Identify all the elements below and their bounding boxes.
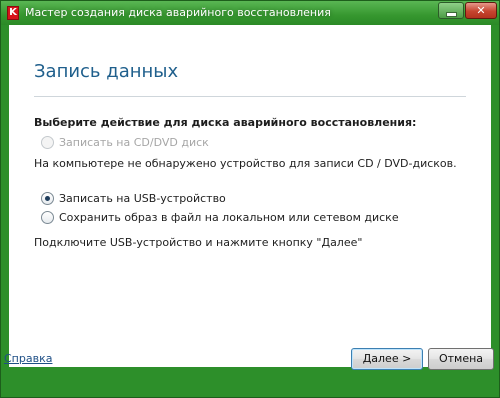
minimize-icon [445, 12, 457, 17]
cancel-button[interactable]: Отмена [428, 348, 494, 370]
kaspersky-app-icon: K [7, 6, 19, 20]
usb-label[interactable]: Записать на USB-устройство [59, 192, 226, 205]
save-image-radio[interactable] [41, 211, 54, 224]
wizard-window: K Мастер создания диска аварийного восст… [0, 0, 500, 398]
cd-dvd-label: Записать на CD/DVD диск [59, 136, 209, 149]
save-image-label[interactable]: Сохранить образ в файл на локальном или … [59, 211, 399, 224]
usb-radio[interactable] [41, 192, 54, 205]
cd-dvd-info: На компьютере не обнаружено устройство д… [34, 157, 457, 170]
action-question: Выберите действие для диска аварийного в… [34, 116, 417, 129]
window-title: Мастер создания диска аварийного восстан… [25, 6, 331, 19]
close-button[interactable]: ✕ [465, 2, 497, 19]
page-title: Запись данных [34, 61, 179, 82]
help-link[interactable]: Справка [4, 352, 52, 365]
title-bar[interactable]: K Мастер создания диска аварийного восст… [1, 1, 499, 25]
close-icon: ✕ [476, 4, 486, 17]
cd-dvd-radio [41, 136, 54, 149]
wizard-content: Запись данных Выберите действие для диск… [9, 25, 491, 367]
usb-instruction: Подключите USB-устройство и нажмите кноп… [34, 236, 363, 249]
divider [34, 96, 466, 97]
minimize-button[interactable] [438, 2, 464, 19]
next-button[interactable]: Далее > [351, 348, 423, 370]
